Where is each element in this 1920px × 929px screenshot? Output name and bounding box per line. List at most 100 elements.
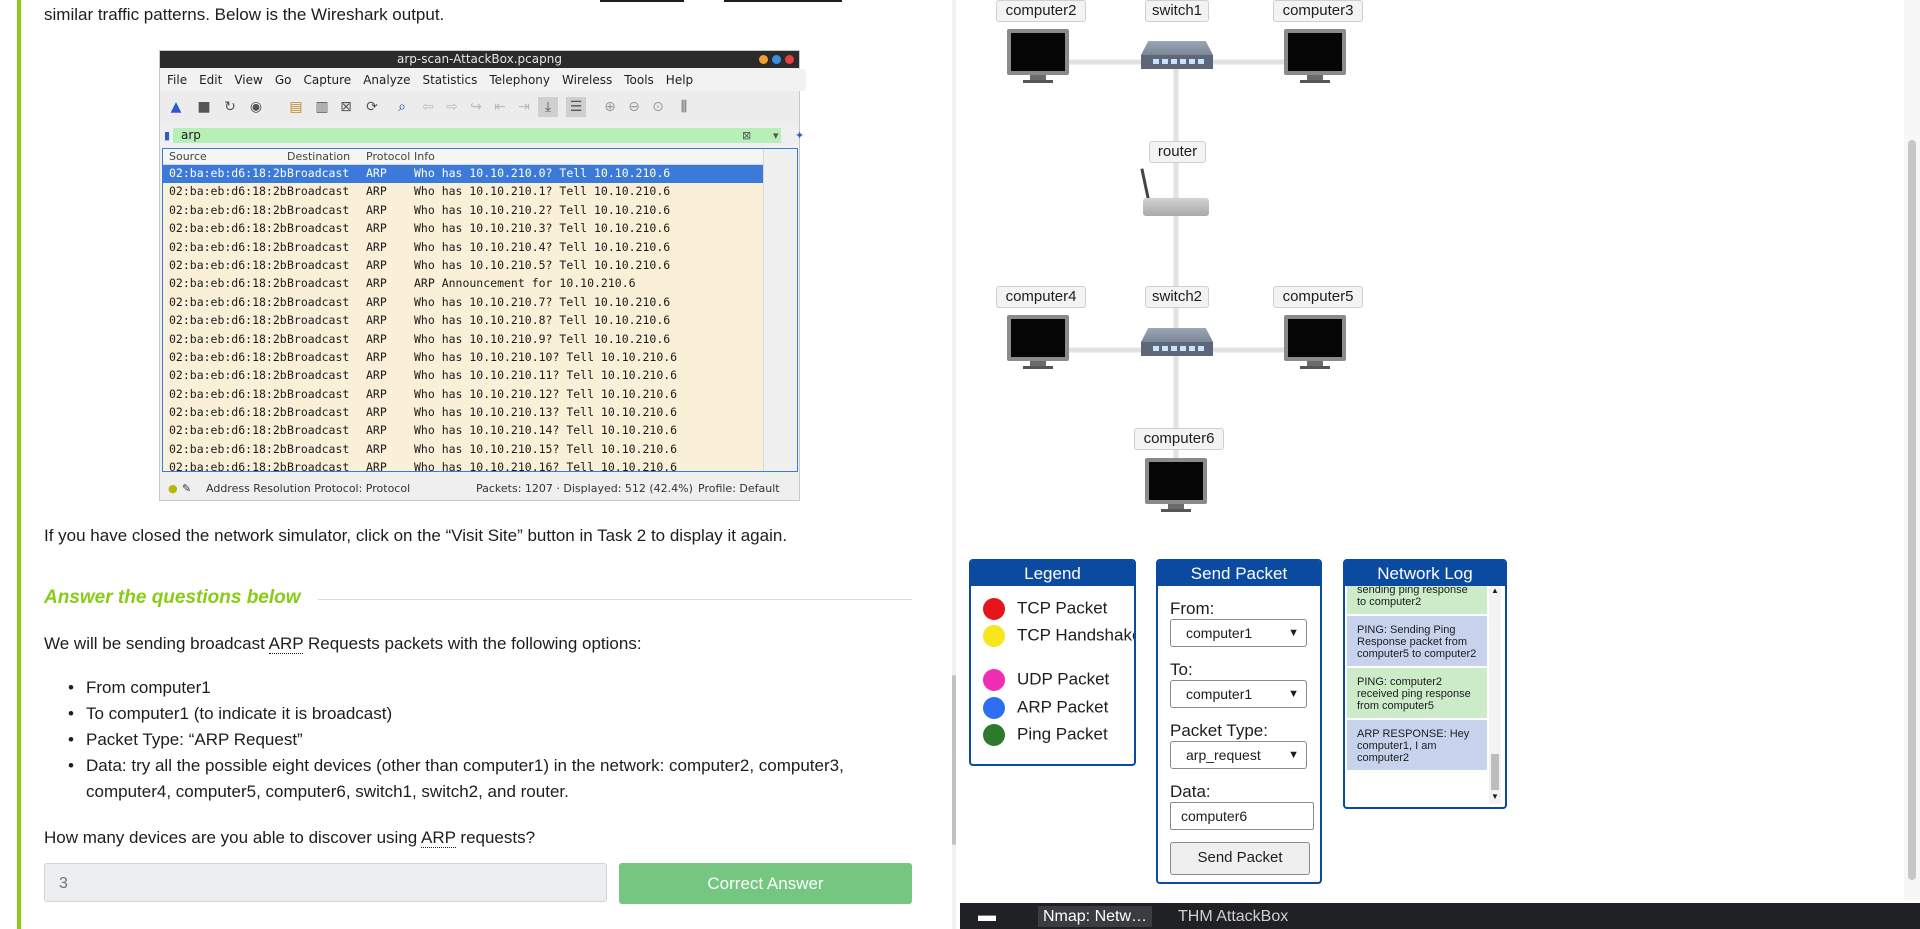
packet-cell-protocol: ARP (366, 221, 387, 236)
wireshark-menu-item: Go (274, 73, 292, 87)
packet-cell-destination: Broadcast (287, 423, 350, 438)
task-panel-scroll-thumb[interactable] (952, 675, 956, 845)
scroll-down-icon[interactable]: ▼ (1491, 792, 1499, 801)
taskbar-tab-attackbox[interactable]: THM AttackBox (1173, 906, 1293, 927)
wireshark-menu-item: View (234, 73, 263, 87)
packet-cell-source: 02:ba:eb:d6:18:2b (169, 221, 287, 236)
packet-cell-destination: Broadcast (287, 276, 350, 291)
packet-cell-info: Who has 10.10.210.8? Tell 10.10.210.6 (414, 313, 671, 328)
scroll-up-icon[interactable]: ▲ (1491, 586, 1499, 595)
packet-cell-destination: Broadcast (287, 294, 350, 309)
simulator-scroll-thumb[interactable] (1908, 140, 1916, 880)
packet-cell-destination: Broadcast (287, 221, 350, 236)
packet-cell-protocol: ARP (366, 239, 387, 254)
text-link-underline[interactable] (600, 0, 684, 2)
switch2-node[interactable] (1141, 328, 1213, 356)
network-log-scroll-thumb[interactable] (1491, 754, 1499, 790)
display-filter-bar: ▮ arp ⊠ ▾ ✦ (164, 128, 804, 143)
to-select[interactable]: computer1 ▼ (1170, 680, 1307, 708)
packet-row: 02:ba:eb:d6:18:2b Broadcast ARP Who has 10.… (163, 201, 763, 221)
answer-heading: Answer the questions below (44, 587, 301, 608)
to-select-value: computer1 (1186, 686, 1253, 702)
add-filter-icon: ✦ (795, 129, 805, 142)
packet-row: 02:ba:eb:d6:18:2b Broadcast ARP Who has 10.… (163, 459, 763, 471)
wireshark-menu-item: Telephony (489, 73, 551, 87)
packet-cell-source: 02:ba:eb:d6:18:2b (169, 276, 287, 291)
data-input[interactable]: computer6 (1170, 802, 1314, 830)
maximize-icon (772, 55, 781, 64)
packet-row: 02:ba:eb:d6:18:2b Broadcast ARP Who has 10.… (163, 404, 763, 423)
computer6-node[interactable] (1145, 458, 1207, 513)
computer4-node[interactable] (1007, 315, 1069, 370)
question-text-end: requests? (455, 828, 536, 847)
legend-label: ARP Packet (1017, 697, 1109, 717)
packet-row: 02:ba:eb:d6:18:2b Broadcast ARP Who has 10.… (163, 238, 763, 257)
computer2-node[interactable] (1007, 29, 1069, 84)
zoom-in-icon: ⊕ (604, 99, 616, 115)
close-file-icon: ⊠ (340, 99, 352, 115)
legend-item-ping-packet: Ping Packet (983, 724, 1108, 746)
packet-row: 02:ba:eb:d6:18:2b Broadcast ARP Who has 10.… (163, 367, 763, 386)
wireshark-menu-item: Edit (199, 73, 223, 87)
last-packet-icon: ⇥ (518, 99, 530, 115)
packet-row: 02:ba:eb:d6:18:2b Broadcast ARP Who has 10.… (163, 348, 763, 368)
tcp-packet-dot-icon (983, 598, 1005, 620)
computer3-node[interactable] (1284, 29, 1346, 84)
packet-row: 02:ba:eb:d6:18:2b Broadcast ARP Who has 10.… (163, 293, 763, 313)
packet-cell-destination: Broadcast (287, 441, 350, 456)
packet-row: 02:ba:eb:d6:18:2b Broadcast ARP Who has 10.… (163, 330, 763, 349)
node-label-router: router (1149, 141, 1206, 163)
packet-cell-protocol: ARP (366, 184, 387, 199)
question-intro-text-end: Requests packets with the following opti… (303, 634, 642, 653)
arp-packet-dot-icon (983, 697, 1005, 719)
wireshark-menu-item: File (167, 73, 188, 87)
packet-cell-source: 02:ba:eb:d6:18:2b (169, 239, 287, 254)
packet-type-select[interactable]: arp_request ▼ (1170, 741, 1307, 769)
panel-divider[interactable] (936, 0, 961, 929)
switch1-node[interactable] (1141, 41, 1213, 69)
packet-cell-info: Who has 10.10.210.12? Tell 10.10.210.6 (414, 386, 678, 401)
packet-row: 02:ba:eb:d6:18:2b Broadcast ARP Who has 10.… (163, 440, 763, 460)
send-packet-panel: Send Packet From: computer1 ▼ To: compute… (1156, 559, 1322, 884)
resize-columns-icon: ⫼ (680, 99, 688, 115)
packet-cell-source: 02:ba:eb:d6:18:2b (169, 202, 287, 217)
answer-input[interactable]: 3 (44, 863, 607, 902)
status-profile: Profile: Default (698, 482, 780, 495)
packet-cell-destination: Broadcast (287, 386, 350, 401)
packet-cell-source: 02:ba:eb:d6:18:2b (169, 349, 287, 364)
from-select[interactable]: computer1 ▼ (1170, 619, 1307, 647)
wireshark-menu-item: Wireless (562, 73, 613, 87)
log-entry: PING: computer2 received ping response f… (1347, 668, 1487, 718)
heading-divider (318, 599, 912, 600)
task-content-panel: similar traffic patterns. Below is the W… (0, 0, 937, 929)
packet-cell-info: Who has 10.10.210.15? Tell 10.10.210.6 (414, 441, 678, 456)
send-packet-button[interactable]: Send Packet (1170, 842, 1310, 875)
text-link-underline[interactable] (724, 0, 842, 2)
data-label: Data: (1170, 782, 1211, 801)
clear-filter-icon: ⊠ (742, 129, 752, 142)
packet-cell-source: 02:ba:eb:d6:18:2b (169, 368, 287, 383)
restart-icon: ↻ (224, 99, 236, 115)
packet-cell-protocol: ARP (366, 423, 387, 438)
router-node[interactable] (1140, 168, 1209, 216)
packet-cell-destination: Broadcast (287, 331, 350, 346)
question-text-start: How many devices are you able to discove… (44, 828, 422, 847)
packet-cell-source: 02:ba:eb:d6:18:2b (169, 441, 287, 456)
packet-cell-destination: Broadcast (287, 313, 350, 328)
arp-abbreviation: ARP (268, 634, 304, 654)
tcp-handshake-dot-icon (983, 625, 1005, 647)
minimize-panel-icon[interactable]: ▬ (978, 903, 996, 927)
legend-item-tcp-handshake: TCP Handshake (983, 625, 1134, 647)
taskbar-tab-nmap[interactable]: Nmap: Netw… (1038, 906, 1153, 927)
intro-text: similar traffic patterns. Below is the W… (44, 5, 445, 24)
computer5-node[interactable] (1284, 315, 1346, 370)
list-item: To computer1 (to indicate it is broadcas… (68, 701, 906, 727)
from-label: From: (1170, 599, 1215, 618)
packet-cell-protocol: ARP (366, 202, 387, 217)
packet-cell-protocol: ARP (366, 276, 387, 291)
shark-fin-icon: ▲ (170, 99, 182, 115)
network-log-scrollbar[interactable]: ▲ ▼ (1489, 586, 1501, 804)
correct-answer-button[interactable]: Correct Answer (619, 863, 912, 904)
log-entry: ARP RESPONSE: Hey computer1, I am comput… (1347, 720, 1487, 770)
packet-cell-info: Who has 10.10.210.0? Tell 10.10.210.6 (414, 166, 671, 180)
